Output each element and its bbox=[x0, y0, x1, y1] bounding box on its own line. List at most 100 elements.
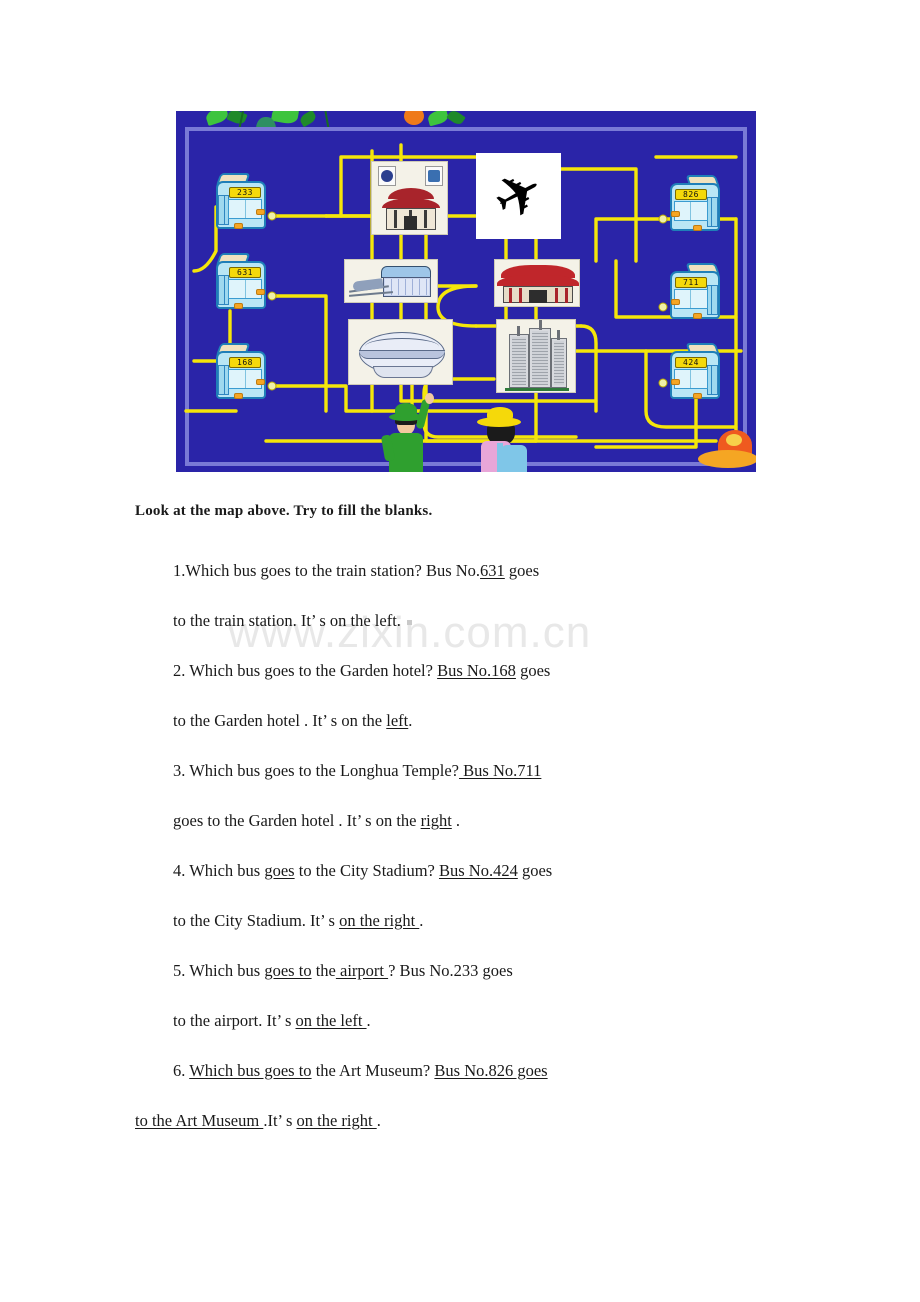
q5-text-post: the bbox=[311, 961, 336, 980]
bus-door bbox=[707, 197, 718, 227]
q4-blank-answer-3[interactable]: on the right bbox=[339, 911, 419, 930]
landmark-city-stadium[interactable] bbox=[348, 319, 453, 385]
q5-l2-pre: to the airport. It bbox=[173, 1011, 277, 1030]
question-4-line-1: 4. Which bus goes to the City Stadium? B… bbox=[135, 846, 815, 896]
bus-door bbox=[707, 365, 718, 395]
q5-blank-answer-3[interactable]: on the left bbox=[296, 1011, 367, 1030]
q5-blank-answer[interactable]: goes to bbox=[264, 961, 311, 980]
q6-blank-answer-3[interactable]: to the Art Museum bbox=[135, 1111, 263, 1130]
airplane-icon: ✈ bbox=[481, 155, 555, 236]
question-3-line-1: 3. Which bus goes to the Longhua Temple?… bbox=[135, 746, 815, 796]
bus-number-plate: 631 bbox=[229, 267, 261, 278]
bus-lamp bbox=[256, 289, 265, 295]
bus-number-plate: 826 bbox=[675, 189, 707, 200]
person-girl-looking bbox=[471, 405, 541, 472]
question-4-line-2: to the City Stadium. It’ s on the right … bbox=[135, 896, 815, 946]
person-boy-pointing bbox=[380, 393, 441, 472]
question-2-line-1: 2. Which bus goes to the Garden hotel? B… bbox=[135, 646, 815, 696]
bus-route-map-image: 233 631 168 826 711 424 ✈ bbox=[176, 111, 756, 472]
landmark-garden-hotel[interactable] bbox=[496, 319, 576, 393]
museum-sign-right-icon bbox=[425, 166, 443, 186]
q6-l2-mid: s bbox=[281, 1111, 297, 1130]
q2-blank-answer[interactable]: Bus No.168 bbox=[437, 661, 516, 680]
landmark-longhua-temple[interactable] bbox=[494, 259, 580, 307]
q6-number: 6. bbox=[173, 1061, 186, 1080]
corner-orange-hat bbox=[696, 428, 756, 472]
question-2-line-2: to the Garden hotel . It’ s on the left. bbox=[135, 696, 815, 746]
question-3-line-2: goes to the Garden hotel . It’ s on the … bbox=[135, 796, 815, 846]
question-6-line-1: 6. Which bus goes to the Art Museum? Bus… bbox=[135, 1046, 815, 1096]
q6-blank-answer[interactable]: Which bus goes to bbox=[189, 1061, 311, 1080]
bus-lamp bbox=[234, 303, 243, 309]
q1-number: 1. bbox=[173, 561, 186, 580]
q4-text-post: to the City Stadium? bbox=[294, 861, 439, 880]
q5-l2-post: . bbox=[366, 1011, 371, 1030]
bus-lamp bbox=[234, 393, 243, 399]
q5-number: 5. bbox=[173, 961, 186, 980]
bus-631[interactable]: 631 bbox=[212, 253, 270, 315]
q4-blank-answer-2[interactable]: Bus No.424 bbox=[439, 861, 518, 880]
q1-l2-pre: to the train station. It bbox=[173, 611, 311, 630]
q3-blank-answer-2[interactable]: right bbox=[421, 811, 452, 830]
q5-l2-mid: s bbox=[280, 1011, 296, 1030]
q2-blank-answer-2[interactable]: left bbox=[386, 711, 408, 730]
q2-text-post: goes bbox=[515, 661, 551, 680]
landmark-train-station[interactable] bbox=[344, 259, 438, 303]
bus-number-plate: 168 bbox=[229, 357, 261, 368]
bus-lamp bbox=[234, 223, 243, 229]
bus-168[interactable]: 168 bbox=[212, 343, 270, 405]
bus-826[interactable]: 826 bbox=[666, 175, 724, 237]
bus-number-plate: 233 bbox=[229, 187, 261, 198]
q1-blank-answer[interactable]: 631 bbox=[480, 561, 505, 580]
question-5-line-2: to the airport. It’ s on the left . bbox=[135, 996, 815, 1046]
q5-text-pre: Which bus bbox=[185, 961, 265, 980]
bus-lamp bbox=[693, 313, 702, 319]
q2-number: 2. bbox=[173, 661, 186, 680]
q3-number: 3. bbox=[173, 761, 186, 780]
q3-l2-pre: goes to the Garden hotel . It bbox=[173, 811, 357, 830]
q2-text-pre: Which bus goes to the Garden hotel? bbox=[185, 661, 438, 680]
landmark-art-museum[interactable] bbox=[371, 161, 448, 235]
bus-711[interactable]: 711 bbox=[666, 263, 724, 325]
question-1-line-1: 1.Which bus goes to the train station? B… bbox=[135, 546, 815, 596]
bus-lamp bbox=[671, 211, 680, 217]
document-page: www.zixin.com.cn 233 631 168 826 711 424… bbox=[0, 0, 920, 1302]
bus-lamp bbox=[693, 393, 702, 399]
q2-l2-pre: to the Garden hotel . It bbox=[173, 711, 323, 730]
q3-l2-mid: s on the bbox=[361, 811, 421, 830]
question-5-line-1: 5. Which bus goes to the airport ? Bus N… bbox=[135, 946, 815, 996]
q1-text-pre: Which bus goes to the train station? Bus… bbox=[185, 561, 481, 580]
question-1-line-2: to the train station. It’ s on the left. bbox=[135, 596, 815, 646]
bus-number-plate: 711 bbox=[675, 277, 707, 288]
q5-text-post-2: ? Bus No.233 goes bbox=[388, 961, 513, 980]
q4-blank-answer[interactable]: goes bbox=[264, 861, 294, 880]
bus-233[interactable]: 233 bbox=[212, 173, 270, 235]
bus-424[interactable]: 424 bbox=[666, 343, 724, 405]
q5-blank-answer-2[interactable]: airport bbox=[336, 961, 388, 980]
q4-number: 4. bbox=[173, 861, 186, 880]
bus-lamp bbox=[671, 379, 680, 385]
exercise-list: 1.Which bus goes to the train station? B… bbox=[135, 546, 815, 1146]
q4-l2-mid: s bbox=[324, 911, 340, 930]
q6-blank-answer-4[interactable]: on the right bbox=[297, 1111, 377, 1130]
bus-door bbox=[707, 285, 718, 315]
bus-lamp bbox=[256, 379, 265, 385]
landmark-airport[interactable]: ✈ bbox=[476, 153, 561, 239]
bus-lamp bbox=[693, 225, 702, 231]
q3-l2-post: . bbox=[451, 811, 461, 830]
q6-blank-answer-2[interactable]: Bus No.826 goes bbox=[434, 1061, 547, 1080]
bus-lamp bbox=[256, 209, 265, 215]
q3-blank-answer[interactable]: Bus No.711 bbox=[459, 761, 541, 780]
question-6-line-2: to the Art Museum .It’ s on the right . bbox=[135, 1096, 815, 1146]
q4-l2-post: . bbox=[419, 911, 424, 930]
q6-l2-post: . bbox=[376, 1111, 381, 1130]
q1-text-post: goes bbox=[504, 561, 540, 580]
scan-artifact bbox=[406, 619, 412, 625]
instruction-text: Look at the map above. Try to fill the b… bbox=[135, 503, 433, 519]
q2-l2-mid: s on the bbox=[326, 711, 387, 730]
q2-l2-post: . bbox=[408, 711, 413, 730]
q6-text-post: the Art Museum? bbox=[311, 1061, 435, 1080]
bus-number-plate: 424 bbox=[675, 357, 707, 368]
museum-sign-left-icon bbox=[378, 166, 396, 186]
q4-l2-pre: to the City Stadium. It bbox=[173, 911, 321, 930]
